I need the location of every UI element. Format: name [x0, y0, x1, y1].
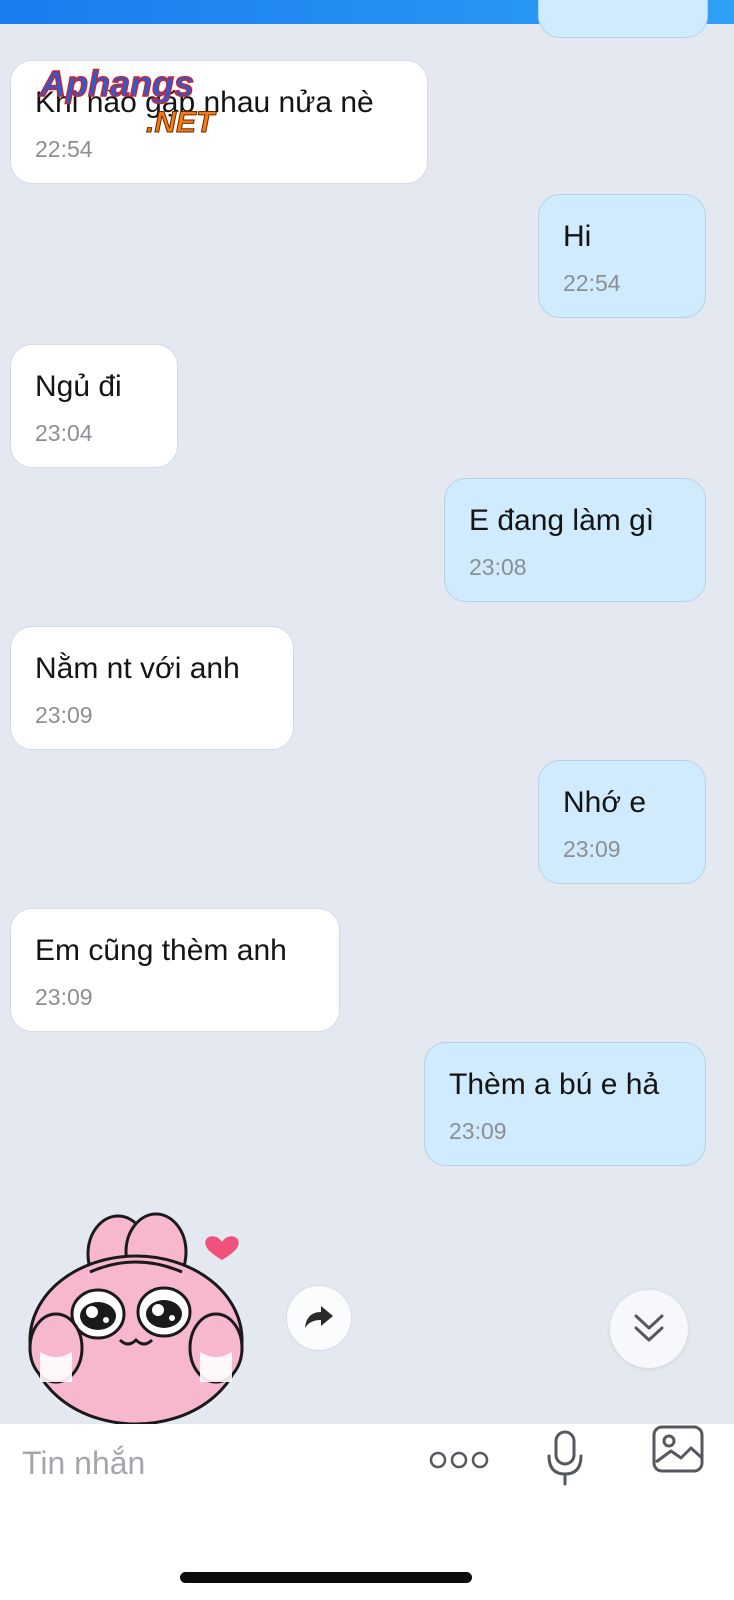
message-timestamp: 23:08 [469, 554, 527, 580]
message-timestamp: 23:09 [449, 1118, 507, 1144]
message-bubble-outgoing[interactable]: Nhớ e 23:09 [538, 760, 706, 884]
message-bubble-outgoing[interactable]: Hi 22:54 [538, 194, 706, 318]
message-bubble-outgoing[interactable]: E đang làm gì 23:08 [444, 478, 706, 602]
message-text: Thèm a bú e hả [449, 1068, 660, 1101]
microphone-icon [545, 1430, 585, 1493]
forward-arrow-icon [303, 1300, 335, 1337]
message-text: E đang làm gì [469, 504, 655, 537]
watermark-brand-suffix: .NET [146, 106, 217, 139]
message-bubble-outgoing[interactable]: Thèm a bú e hả 23:09 [424, 1042, 706, 1166]
more-options-button[interactable] [424, 1440, 494, 1484]
message-bubble-incoming[interactable]: Nằm nt với anh 23:09 [10, 626, 294, 750]
message-text: Nhớ e [563, 786, 647, 819]
more-options-icon [428, 1450, 490, 1475]
message-timestamp: 22:54 [563, 270, 621, 296]
message-text: Em cũng thèm anh [35, 934, 287, 967]
message-timestamp: 23:04 [35, 420, 93, 446]
home-indicator[interactable] [180, 1572, 472, 1583]
previous-message-bubble [538, 0, 708, 38]
bunny-sticker[interactable] [20, 1212, 252, 1426]
scroll-to-bottom-button[interactable] [610, 1290, 688, 1368]
message-bubble-incoming[interactable]: Ngủ đi 23:04 [10, 344, 178, 468]
watermark-brand-text: Aphangs [39, 63, 194, 104]
message-text: Nằm nt với anh [35, 652, 240, 685]
watermark-logo: Aphangs .NET [38, 62, 258, 142]
double-chevron-down-icon [630, 1308, 668, 1351]
message-timestamp: 23:09 [563, 836, 621, 862]
message-text: Hi [563, 220, 592, 253]
message-timestamp: 23:09 [35, 984, 93, 1010]
message-bubble-incoming[interactable]: Em cũng thèm anh 23:09 [10, 908, 340, 1032]
message-timestamp: 23:09 [35, 702, 93, 728]
forward-button[interactable] [286, 1285, 352, 1351]
message-input[interactable] [20, 1434, 404, 1492]
microphone-button[interactable] [540, 1424, 590, 1498]
message-text: Ngủ đi [35, 370, 122, 403]
image-icon [651, 1424, 705, 1479]
image-button[interactable] [650, 1424, 706, 1478]
